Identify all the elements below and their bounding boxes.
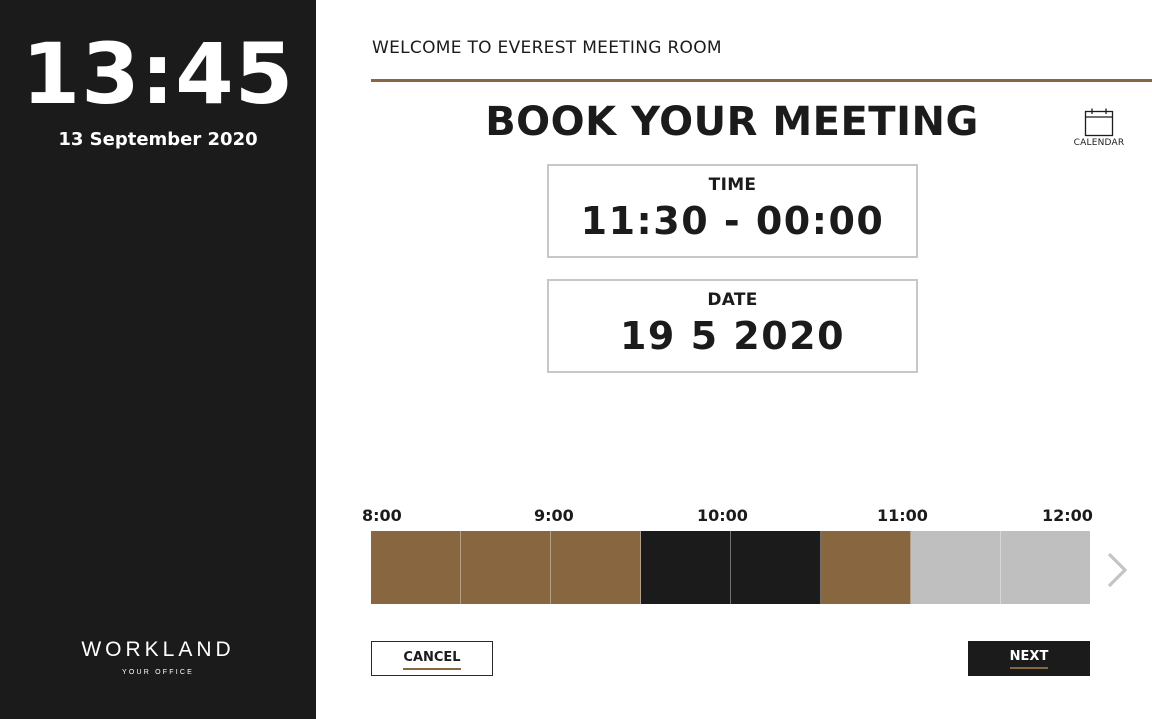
calendar-button[interactable]: CALENDAR (1068, 108, 1130, 149)
time-label: TIME (708, 175, 757, 195)
time-value: 11:30 - 00:00 (580, 199, 885, 243)
timeline-slot-selected[interactable] (551, 531, 641, 604)
timeline-slot-selected[interactable] (461, 531, 551, 604)
header-divider (371, 79, 1152, 82)
workland-logo: WORKLAND YOUR OFFICE (0, 638, 316, 677)
sidebar: 13:45 13 September 2020 WORKLAND YOUR OF… (0, 0, 316, 719)
page-title: BOOK YOUR MEETING (485, 99, 979, 145)
timeline-slot-free[interactable] (1001, 531, 1090, 604)
date-value: 19 5 2020 (619, 314, 846, 358)
timeline-tick: 8:00 (362, 506, 402, 525)
timeline-slot-booked[interactable] (731, 531, 821, 604)
logo-tagline: YOUR OFFICE (121, 669, 195, 676)
timeline-slot-booked[interactable] (641, 531, 731, 604)
chevron-right-icon[interactable] (1104, 551, 1130, 589)
timeline-tick: 11:00 (877, 506, 928, 525)
timeline-slot-selected[interactable] (371, 531, 461, 604)
calendar-icon (1084, 108, 1114, 137)
welcome-text: WELCOME TO EVEREST MEETING ROOM (372, 38, 722, 58)
timeline-tick: 12:00 (1042, 506, 1093, 525)
current-time: 13:45 (21, 25, 295, 123)
next-button-label: NEXT (1009, 649, 1049, 669)
date-label: DATE (707, 290, 758, 310)
timeline-slot-free[interactable] (911, 531, 1001, 604)
timeline-slots (371, 531, 1090, 604)
timeline-tick: 9:00 (534, 506, 574, 525)
cancel-button[interactable]: CANCEL (371, 641, 493, 676)
date-field[interactable]: DATE 19 5 2020 (547, 279, 918, 373)
timeline-tick: 10:00 (697, 506, 748, 525)
time-field[interactable]: TIME 11:30 - 00:00 (547, 164, 918, 258)
current-date: 13 September 2020 (58, 129, 258, 150)
cancel-button-label: CANCEL (403, 650, 461, 670)
timeline-slot-selected[interactable] (821, 531, 911, 604)
next-button[interactable]: NEXT (968, 641, 1090, 676)
calendar-label: CALENDAR (1073, 138, 1125, 148)
logo-wordmark: WORKLAND (81, 638, 235, 661)
